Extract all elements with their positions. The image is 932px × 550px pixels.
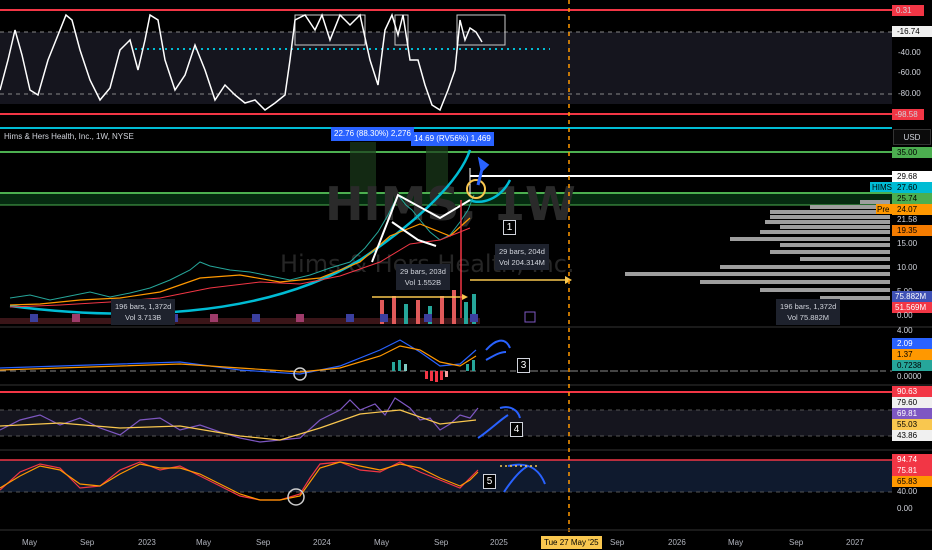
- osc-badge-6-text: -98.58: [895, 110, 918, 119]
- ticker-tag: HIMS: [872, 183, 892, 192]
- macd-0: 0.0000: [897, 372, 922, 381]
- macd-badge-2: 1.37: [897, 350, 913, 359]
- top-oscillator-panel: 0.31 -16.74 -40.00 -60.00 -80.00 -98.58: [0, 5, 932, 120]
- vol-badge-1: 75.882M: [895, 292, 926, 301]
- info-box-c: 196 bars, 1,372d Vol 3.713B: [111, 299, 176, 325]
- time-label-8: 2025: [490, 538, 508, 547]
- macd-badge-3: 0.7238: [897, 361, 922, 370]
- stoch-40: 40.00: [897, 487, 918, 496]
- price-2760: 27.60: [897, 183, 918, 192]
- price-15: 15.00: [897, 239, 918, 248]
- macd-4: 4.00: [897, 326, 913, 335]
- cursor-date-tag: Tue 27 May '25: [541, 536, 602, 549]
- info-box-c-line1: 196 bars, 1,372d: [115, 302, 172, 311]
- stoch-panel: 94.74 75.81 65.83 40.00 0.00: [0, 449, 932, 513]
- currency-button[interactable]: USD: [893, 129, 931, 145]
- chart-canvas[interactable]: 0.31 -16.74 -40.00 -60.00 -80.00 -98.58 …: [0, 0, 932, 550]
- info-box-d-line2: Vol 75.882M: [787, 313, 829, 322]
- price-10: 10.00: [897, 263, 918, 272]
- time-label-13: 2027: [846, 538, 864, 547]
- rsi-badge-2: 79.60: [897, 398, 918, 407]
- volume-profile: [625, 200, 890, 300]
- price-2407: 24.07: [897, 205, 918, 214]
- time-axis: May Sep 2023 May Sep 2024 May Sep 2025 S…: [0, 529, 932, 547]
- info-box-a-line1: 29 bars, 204d: [499, 247, 545, 256]
- label-box-5: 5: [483, 474, 496, 489]
- time-label-11: May: [728, 538, 743, 547]
- time-label-3: May: [196, 538, 211, 547]
- rsi-badge-1: 90.63: [897, 387, 918, 396]
- info-box-c-line2: Vol 3.713B: [125, 313, 162, 322]
- time-label-4: Sep: [256, 538, 271, 547]
- time-label-10: 2026: [668, 538, 686, 547]
- osc-badge-2-text: -16.74: [897, 27, 920, 36]
- osc-label-60: -60.00: [898, 68, 921, 77]
- time-label-6: May: [374, 538, 389, 547]
- rsi-badge-3: 69.81: [897, 409, 918, 418]
- price-panel: HIMS, 1W Hims & Hers Health, Inc.: [0, 127, 932, 324]
- info-box-a-line2: Vol 204.314M: [499, 258, 545, 267]
- price-2574: 25.74: [897, 194, 918, 203]
- time-label-12: Sep: [789, 538, 804, 547]
- stoch-badge-2: 75.81: [897, 466, 918, 475]
- time-label-2: 2023: [138, 538, 156, 547]
- info-box-b-line1: 29 bars, 203d: [400, 267, 446, 276]
- measure-tag-2: 14.69 (RV56%) 1,469: [411, 132, 494, 146]
- stoch-0: 0.00: [897, 504, 913, 513]
- price-2158: 21.58: [897, 215, 918, 224]
- price-2968: 29.68: [897, 172, 918, 181]
- macd-panel: 4.00 2.09 1.37 0.7238 0.0000: [0, 326, 932, 382]
- label-box-4: 4: [510, 422, 523, 437]
- osc-label-80: -80.00: [898, 89, 921, 98]
- time-label-0: May: [22, 538, 37, 547]
- label-box-3: 3: [517, 358, 530, 373]
- info-box-b-line2: Vol 1.552B: [404, 278, 442, 287]
- rsi-panel: 90.63 79.60 69.81 55.03 43.86: [0, 384, 932, 443]
- info-box-b: 29 bars, 203d Vol 1.552B: [396, 264, 450, 290]
- info-box-d: 196 bars, 1,372d Vol 75.882M: [776, 299, 841, 325]
- measure-tag-1: 22.76 (88.30%) 2,276: [331, 127, 414, 141]
- time-label-9: Sep: [610, 538, 625, 547]
- time-label-7: Sep: [434, 538, 449, 547]
- rsi-badge-4: 55.03: [897, 420, 918, 429]
- time-label-1: Sep: [80, 538, 95, 547]
- price-0: 0.00: [897, 311, 913, 320]
- symbol-legend[interactable]: Hims & Hers Health, Inc., 1W, NYSE: [4, 132, 134, 141]
- osc-label-40: -40.00: [898, 48, 921, 57]
- time-label-5: 2024: [313, 538, 331, 547]
- stoch-badge-1: 94.74: [897, 455, 918, 464]
- pre-tag: Pre: [877, 205, 890, 214]
- watermark-ticker: HIMS, 1W: [325, 177, 576, 231]
- info-box-a: 29 bars, 204d Vol 204.314M: [495, 244, 549, 270]
- stoch-badge-3: 65.83: [897, 477, 918, 486]
- rsi-badge-5: 43.86: [897, 431, 918, 440]
- price-35: 35.00: [897, 148, 918, 157]
- price-1935: 19.35: [897, 226, 918, 235]
- osc-badge-1-text: 0.31: [896, 6, 912, 15]
- macd-badge-1: 2.09: [897, 339, 913, 348]
- label-box-1: 1: [503, 220, 516, 235]
- info-box-d-line1: 196 bars, 1,372d: [780, 302, 837, 311]
